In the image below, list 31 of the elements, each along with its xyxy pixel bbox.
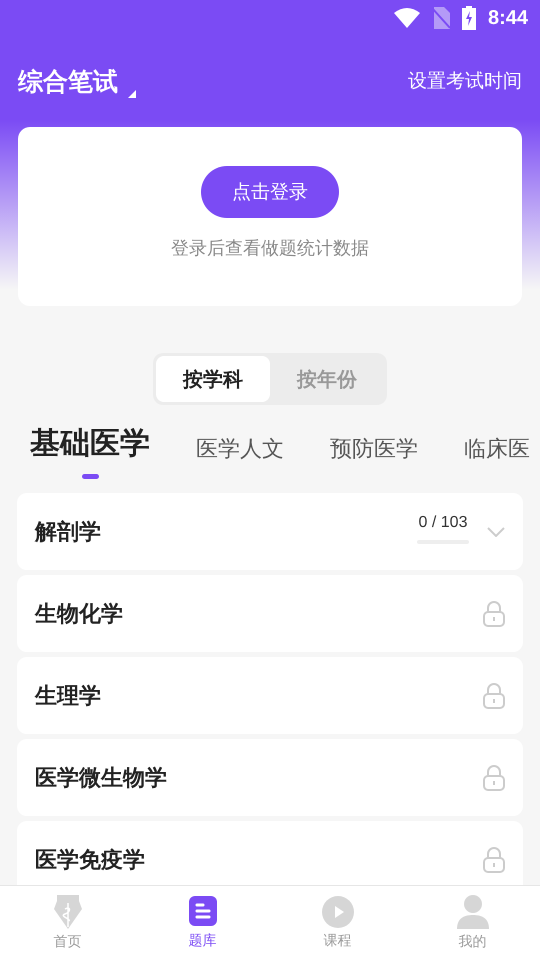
nav-tab[interactable]: 题库: [135, 886, 270, 960]
pen-nib-icon: [54, 895, 82, 929]
clock-time: 8:44: [488, 6, 528, 30]
subject-name: 解剖学: [35, 518, 101, 546]
subject-tab[interactable]: 临床医: [464, 434, 530, 479]
list-icon: [188, 896, 216, 928]
subject-row[interactable]: 生理学: [17, 657, 523, 734]
no-sim-icon: [432, 7, 450, 29]
mode-tab[interactable]: 按学科: [156, 356, 270, 402]
wifi-icon: [394, 8, 420, 28]
subject-row[interactable]: 医学微生物学: [17, 739, 523, 816]
subject-name: 生物化学: [35, 600, 123, 628]
subject-row[interactable]: 解剖学 0 / 103: [17, 493, 523, 570]
exam-title[interactable]: 综合笔试: [18, 64, 118, 98]
set-exam-time-link[interactable]: 设置考试时间: [408, 68, 522, 94]
corner-triangle-icon[interactable]: [128, 90, 136, 98]
subject-row[interactable]: 医学免疫学: [17, 821, 523, 885]
tab-indicator: [82, 474, 98, 479]
subject-name: 医学微生物学: [35, 764, 167, 792]
subject-name: 医学免疫学: [35, 846, 145, 874]
login-hint: 登录后查看做题统计数据: [171, 236, 369, 260]
subject-row[interactable]: 生物化学: [17, 575, 523, 652]
subject-tab[interactable]: 医学人文: [196, 434, 284, 479]
subject-name: 生理学: [35, 682, 101, 710]
battery-charging-icon: [462, 6, 476, 30]
play-icon: [322, 896, 354, 928]
subject-tab[interactable]: 预防医学: [330, 434, 418, 479]
subject-tab[interactable]: 基础医学: [30, 423, 150, 479]
user-icon: [456, 895, 488, 929]
progress-count: 0 / 103: [418, 514, 468, 532]
login-button[interactable]: 点击登录: [201, 166, 339, 218]
